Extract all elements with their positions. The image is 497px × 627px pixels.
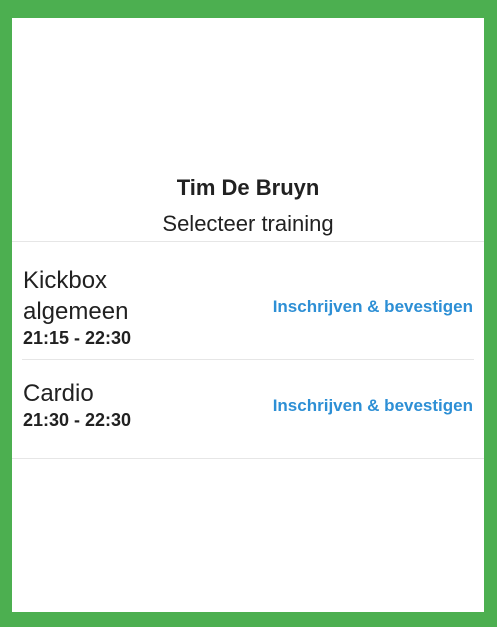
training-name: Cardio <box>23 380 94 407</box>
training-time: 21:30 - 22:30 <box>23 410 132 430</box>
training-time: 21:15 - 22:30 <box>23 328 132 348</box>
app-frame: Tim De Bruyn Selecteer training Kickbox … <box>0 0 497 627</box>
training-row-cardio: Cardio 21:30 - 22:30 Inschrijven & beves… <box>12 360 484 458</box>
training-row-kickbox: Kickbox algemeen 21:15 - 22:30 Inschrijv… <box>12 242 484 359</box>
enroll-confirm-button[interactable]: Inschrijven & bevestigen <box>273 396 473 416</box>
list-bottom-divider <box>12 458 484 459</box>
user-name: Tim De Bruyn <box>176 175 320 200</box>
page-title: Selecteer training <box>162 211 334 236</box>
enroll-confirm-button[interactable]: Inschrijven & bevestigen <box>273 297 473 317</box>
training-name: Kickbox algemeen <box>23 267 129 325</box>
